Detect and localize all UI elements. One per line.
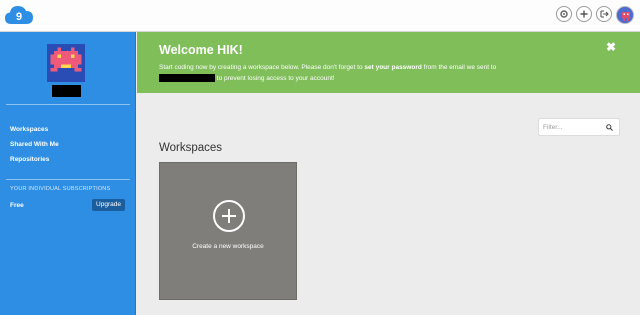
banner-text-part: Start coding now by creating a workspace…	[159, 64, 365, 71]
plus-circle-icon	[213, 200, 245, 232]
banner-message: Start coding now by creating a workspace…	[159, 62, 619, 84]
redacted-email	[159, 74, 215, 83]
gear-icon[interactable]	[556, 6, 572, 22]
upgrade-button[interactable]: Upgrade	[92, 199, 125, 211]
top-bar: 9	[0, 0, 640, 32]
create-workspace-card[interactable]: Create a new workspace	[159, 162, 297, 300]
create-workspace-label: Create a new workspace	[192, 243, 264, 250]
sidebar-divider	[6, 179, 130, 180]
filter-box	[538, 118, 620, 136]
banner-text-part: from the email we sent to	[421, 64, 497, 71]
plan-name: Free	[10, 202, 24, 209]
subscriptions-heading: YOUR INDIVIDUAL SUBSCRIPTIONS	[10, 186, 111, 192]
search-icon[interactable]	[606, 124, 613, 131]
sidebar: Workspaces Shared With Me Repositories Y…	[0, 32, 136, 315]
sidebar-divider	[6, 104, 130, 105]
plus-bar	[228, 209, 230, 223]
redacted-username	[52, 85, 81, 97]
sidebar-item-workspaces[interactable]: Workspaces	[10, 126, 48, 133]
sidebar-item-repositories[interactable]: Repositories	[10, 156, 49, 163]
plus-icon[interactable]	[576, 6, 592, 22]
cloud9-logo-icon[interactable]: 9	[4, 4, 34, 26]
logout-icon[interactable]	[596, 6, 612, 22]
close-icon[interactable]: ✖	[606, 40, 616, 54]
banner-text-bold: set your password	[364, 64, 422, 71]
filter-input[interactable]	[543, 122, 603, 133]
user-avatar-icon[interactable]	[616, 6, 634, 24]
sidebar-item-shared-with-me[interactable]: Shared With Me	[10, 141, 59, 148]
welcome-banner: Welcome HIK! Start coding now by creatin…	[137, 32, 640, 93]
logo-text: 9	[16, 11, 22, 23]
banner-title: Welcome HIK!	[159, 43, 243, 57]
top-icons	[556, 6, 634, 24]
banner-text-part: to prevent losing access to your account…	[215, 75, 335, 82]
pixel-invader-avatar-icon	[47, 44, 85, 82]
workspaces-heading: Workspaces	[159, 142, 223, 154]
